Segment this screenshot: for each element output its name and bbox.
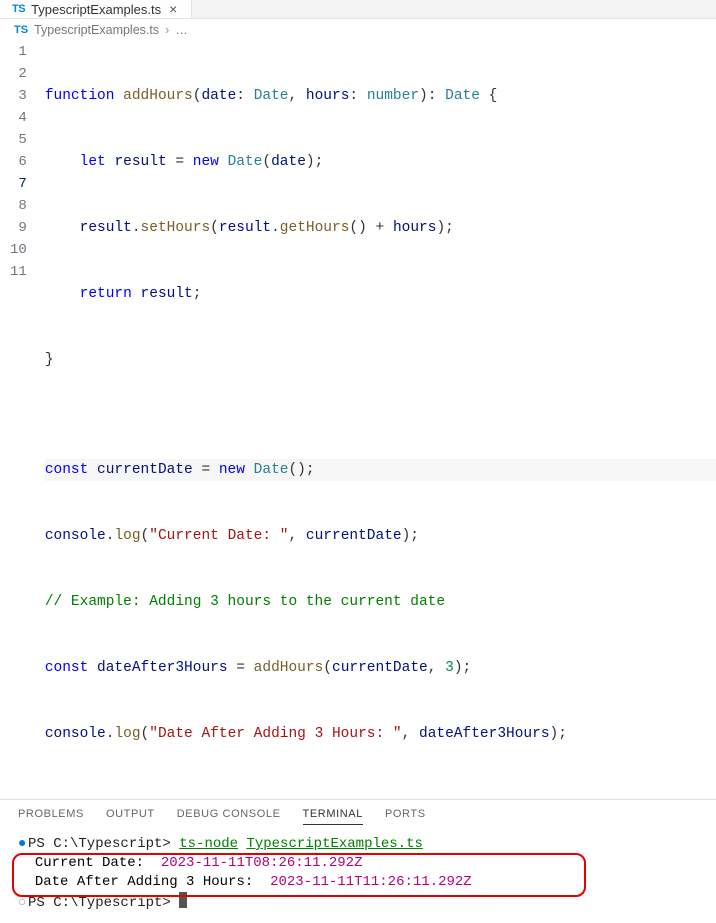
line-number: 2 [10, 63, 27, 85]
code-line: // Example: Adding 3 hours to the curren… [45, 591, 716, 613]
line-number: 10 [10, 239, 27, 261]
dirty-indicator-icon: ● [18, 835, 28, 854]
terminal-line: Date After Adding 3 Hours: 2023-11-11T11… [18, 873, 698, 892]
tab-ports[interactable]: PORTS [385, 808, 426, 825]
code-line: result.setHours(result.getHours() + hour… [45, 217, 716, 239]
panel-tab-bar: PROBLEMS OUTPUT DEBUG CONSOLE TERMINAL P… [0, 800, 716, 831]
code-line: } [45, 349, 716, 371]
tab-debug-console[interactable]: DEBUG CONSOLE [177, 808, 281, 825]
terminal-line: Current Date: 2023-11-11T08:26:11.292Z [18, 854, 698, 873]
typescript-file-icon: TS [14, 24, 28, 36]
breadcrumb[interactable]: TS TypescriptExamples.ts › … [0, 19, 716, 41]
line-number: 9 [10, 217, 27, 239]
line-number: 1 [10, 41, 27, 63]
breadcrumb-file: TypescriptExamples.ts [34, 23, 159, 37]
chevron-right-icon: › [165, 23, 169, 37]
code-line: const dateAfter3Hours = addHours(current… [45, 657, 716, 679]
line-number: 7 [10, 173, 27, 195]
code-content[interactable]: function addHours(date: Date, hours: num… [45, 41, 716, 789]
breadcrumb-ellipsis: … [175, 23, 188, 37]
tab-output[interactable]: OUTPUT [106, 808, 155, 825]
line-number-gutter: 1 2 3 4 5 6 7 8 9 10 11 [0, 41, 45, 789]
line-number: 11 [10, 261, 27, 283]
terminal-line: ●PS C:\Typescript> ts-node TypescriptExa… [18, 835, 698, 854]
bottom-panel: PROBLEMS OUTPUT DEBUG CONSOLE TERMINAL P… [0, 799, 716, 923]
tab-terminal[interactable]: TERMINAL [303, 808, 363, 825]
code-line: const currentDate = new Date(); [45, 459, 716, 481]
tab-problems[interactable]: PROBLEMS [18, 808, 84, 825]
code-line: function addHours(date: Date, hours: num… [45, 85, 716, 107]
line-number: 3 [10, 85, 27, 107]
code-line: console.log("Current Date: ", currentDat… [45, 525, 716, 547]
code-line: return result; [45, 283, 716, 305]
indicator-icon: ○ [18, 894, 28, 913]
line-number: 6 [10, 151, 27, 173]
file-tab-label: TypescriptExamples.ts [31, 2, 161, 17]
terminal-panel[interactable]: ●PS C:\Typescript> ts-node TypescriptExa… [0, 831, 716, 923]
line-number: 4 [10, 107, 27, 129]
editor-tab-bar: TS TypescriptExamples.ts × [0, 0, 716, 19]
file-tab[interactable]: TS TypescriptExamples.ts × [0, 0, 192, 18]
terminal-line: ○PS C:\Typescript> [18, 892, 698, 913]
close-tab-button[interactable]: × [167, 0, 179, 18]
code-editor[interactable]: 1 2 3 4 5 6 7 8 9 10 11 function addHour… [0, 41, 716, 799]
line-number: 8 [10, 195, 27, 217]
line-number: 5 [10, 129, 27, 151]
typescript-file-icon: TS [12, 3, 25, 15]
code-line: console.log("Date After Adding 3 Hours: … [45, 723, 716, 745]
terminal-cursor [179, 892, 187, 908]
code-line: let result = new Date(date); [45, 151, 716, 173]
